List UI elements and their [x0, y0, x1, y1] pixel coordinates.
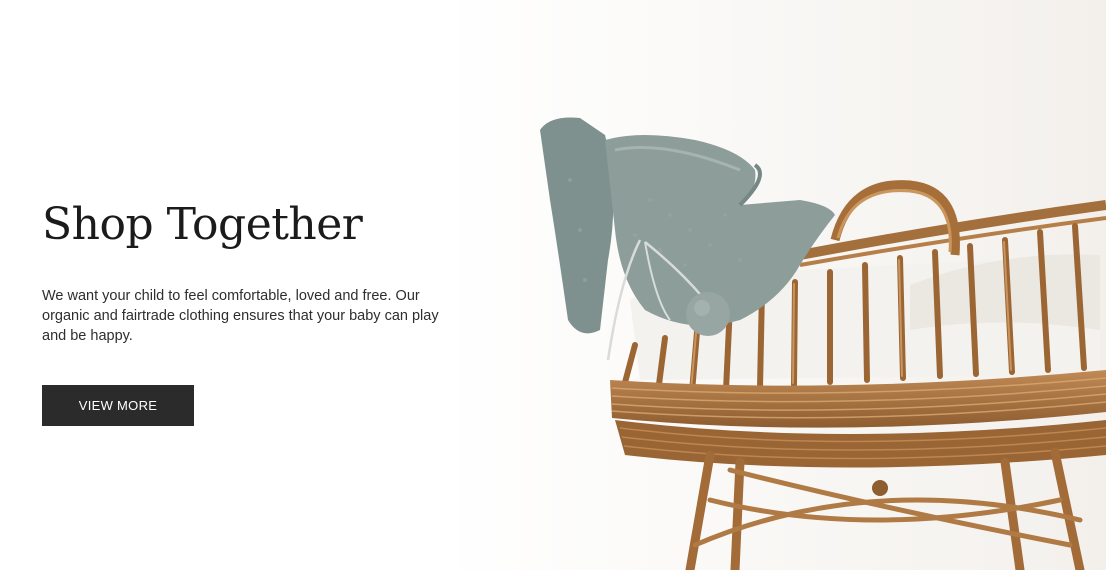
hero-section: Shop Together We want your child to feel… [0, 0, 1106, 570]
hero-copy: Shop Together We want your child to feel… [42, 197, 462, 346]
hero-description: We want your child to feel comfortable, … [42, 288, 439, 344]
view-more-button[interactable]: VIEW MORE [42, 385, 194, 426]
hero-title: Shop Together [42, 199, 363, 250]
bassinet-illustration [440, 0, 1106, 570]
hero-image [440, 0, 1106, 570]
